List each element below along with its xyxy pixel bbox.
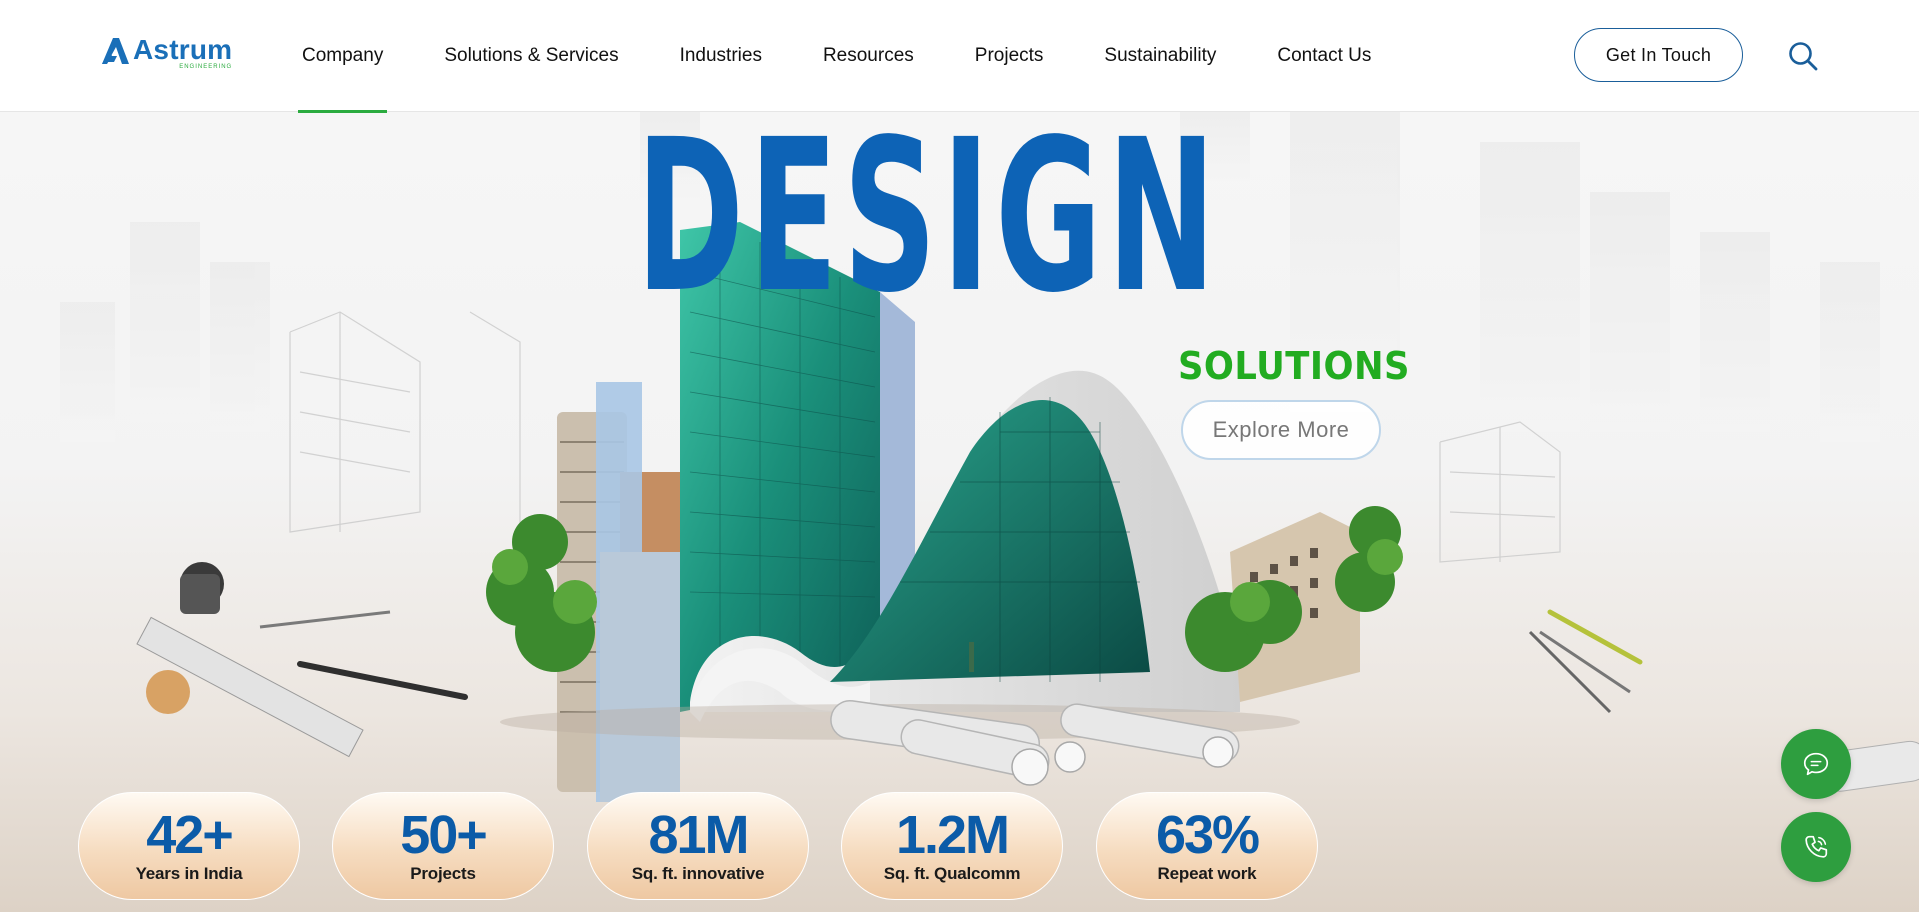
nav-item-industries[interactable]: Industries	[676, 0, 766, 112]
logo-name: Astrum	[133, 34, 233, 65]
nav-item-projects[interactable]: Projects	[971, 0, 1048, 112]
hero-title: DESIGN	[636, 112, 1221, 339]
stat-value: 81M	[648, 805, 749, 865]
hero-banner: DESIGN SOLUTIONS Explore More 42+ Years …	[0, 112, 1919, 912]
search-icon[interactable]	[1787, 40, 1819, 72]
stat-value: 42+	[146, 805, 234, 865]
stat-value: 50+	[400, 805, 488, 865]
main-nav: Company Solutions & Services Industries …	[298, 0, 1428, 113]
stat-value: 1.2M	[895, 805, 1010, 865]
stat-value: 63%	[1155, 805, 1260, 865]
nav-item-resources[interactable]: Resources	[819, 0, 918, 112]
stat-sq-ft-qualcomm: 1.2M Sq. ft. Qualcomm	[841, 792, 1063, 900]
chat-button[interactable]	[1781, 729, 1851, 799]
stat-label: Projects	[410, 864, 476, 883]
logo-mark-icon	[102, 38, 129, 64]
stat-label: Sq. ft. innovative	[631, 864, 765, 883]
logo-tagline: ENGINEERING	[179, 64, 233, 70]
nav-item-contact-us[interactable]: Contact Us	[1273, 0, 1375, 112]
stat-label: Sq. ft. Qualcomm	[883, 864, 1021, 883]
phone-icon	[1805, 835, 1828, 858]
stat-sq-ft-innovative: 81M Sq. ft. innovative	[587, 792, 809, 900]
hero-subtitle: SOLUTIONS	[1178, 344, 1410, 388]
logo[interactable]: Astrum ENGINEERING	[100, 36, 240, 76]
nav-item-solutions-services[interactable]: Solutions & Services	[440, 0, 622, 112]
stat-repeat-work: 63% Repeat work	[1096, 792, 1318, 900]
get-in-touch-button[interactable]: Get In Touch	[1574, 28, 1743, 82]
nav-item-company[interactable]: Company	[298, 0, 388, 113]
stat-label: Years in India	[135, 864, 243, 883]
nav-item-sustainability[interactable]: Sustainability	[1100, 0, 1220, 112]
phone-button[interactable]	[1781, 812, 1851, 882]
site-header: Astrum ENGINEERING Company Solutions & S…	[0, 0, 1919, 113]
chat-icon	[1803, 752, 1829, 776]
explore-more-button[interactable]: Explore More	[1181, 400, 1381, 460]
stat-projects: 50+ Projects	[332, 792, 554, 900]
stat-label: Repeat work	[1157, 864, 1257, 883]
stat-years-in-india: 42+ Years in India	[78, 792, 300, 900]
